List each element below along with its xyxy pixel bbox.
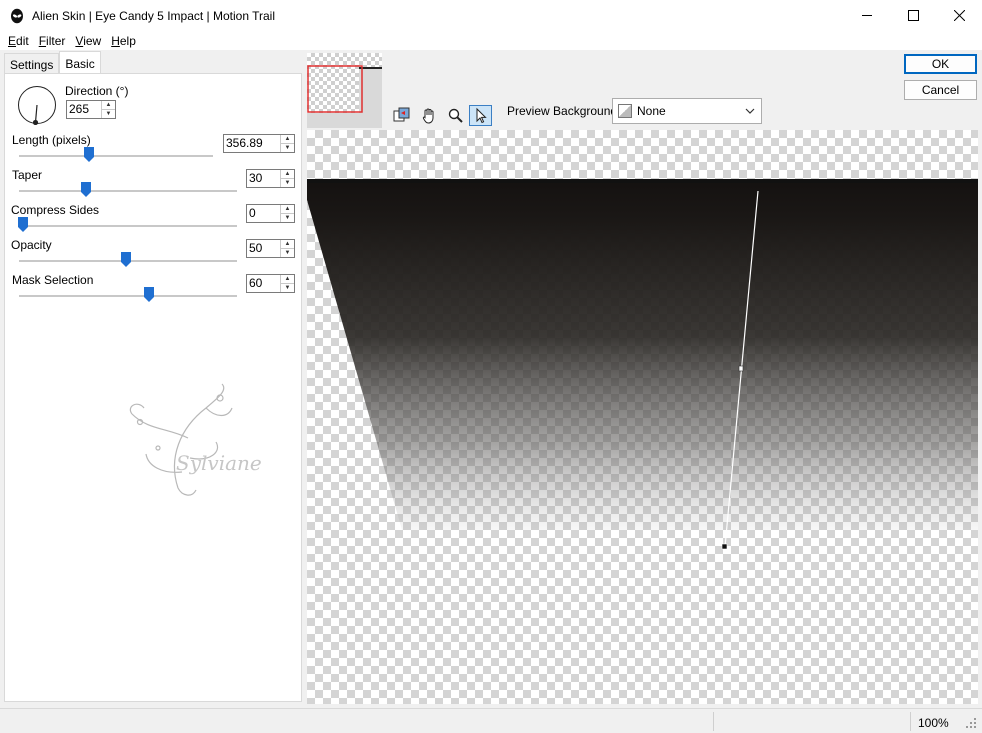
opacity-spinbox[interactable]: 50 ▲ ▼ xyxy=(246,239,295,258)
taper-spinbox[interactable]: 30 ▲ ▼ xyxy=(246,169,295,188)
spin-up-icon[interactable]: ▲ xyxy=(281,205,294,213)
mask-selection-slider-thumb[interactable] xyxy=(144,287,154,302)
preview-background-select[interactable]: None xyxy=(612,98,762,124)
direction-handle-midpoint xyxy=(738,365,744,372)
spin-down-icon[interactable]: ▼ xyxy=(281,213,294,222)
direction-dial[interactable] xyxy=(17,85,57,125)
navigator-thumbnail[interactable] xyxy=(307,53,382,128)
menu-view[interactable]: View xyxy=(70,34,106,48)
spin-up-icon[interactable]: ▲ xyxy=(281,240,294,248)
compress-sides-slider-thumb[interactable] xyxy=(18,217,28,232)
chevron-down-icon xyxy=(745,108,755,114)
compress-sides-slider-track[interactable] xyxy=(19,225,237,227)
arrow-pointer-icon xyxy=(476,107,487,124)
maximize-icon xyxy=(907,10,919,21)
preview-background-label: Preview Background: xyxy=(507,104,621,118)
hand-tool-button[interactable] xyxy=(418,105,441,126)
compress-sides-label: Compress Sides xyxy=(11,203,100,217)
spin-up-icon[interactable]: ▲ xyxy=(281,170,294,178)
spin-down-icon[interactable]: ▼ xyxy=(281,248,294,257)
spin-up-icon[interactable]: ▲ xyxy=(281,135,294,143)
ok-button[interactable]: OK xyxy=(904,54,977,74)
status-bar: 100% xyxy=(0,708,982,733)
length-slider-thumb[interactable] xyxy=(84,147,94,162)
length-slider-track[interactable] xyxy=(19,155,213,157)
spin-down-icon[interactable]: ▼ xyxy=(102,109,115,118)
taper-slider-thumb[interactable] xyxy=(81,182,91,197)
motion-trail-preview xyxy=(307,179,978,550)
mask-selection-value[interactable]: 60 xyxy=(247,275,280,292)
taper-slider-track[interactable] xyxy=(19,190,237,192)
watermark-text: Sylviane xyxy=(176,451,262,475)
opacity-value[interactable]: 50 xyxy=(247,240,280,257)
tab-settings[interactable]: Settings xyxy=(4,53,60,74)
sylviane-watermark: Sylviane xyxy=(129,383,262,496)
length-value[interactable]: 356.89 xyxy=(224,135,280,152)
taper-value[interactable]: 30 xyxy=(247,170,280,187)
minimize-icon xyxy=(861,15,872,16)
close-button[interactable] xyxy=(936,0,982,31)
close-icon xyxy=(953,10,965,21)
spin-up-icon[interactable]: ▲ xyxy=(281,275,294,283)
direction-value[interactable]: 265 xyxy=(67,101,101,118)
mask-selection-label: Mask Selection xyxy=(12,273,94,287)
opacity-label: Opacity xyxy=(11,238,52,252)
minimize-button[interactable] xyxy=(844,0,890,31)
spin-down-icon[interactable]: ▼ xyxy=(281,143,294,152)
maximize-button[interactable] xyxy=(890,0,936,31)
direction-handle-endpoint xyxy=(721,543,728,550)
spin-down-icon[interactable]: ▼ xyxy=(281,178,294,187)
navigator-view-frame xyxy=(307,65,363,113)
settings-tabs: Settings Basic xyxy=(4,51,101,74)
preview-background-value: None xyxy=(637,104,666,118)
resize-grip-icon[interactable] xyxy=(965,717,977,729)
length-label: Length (pixels) xyxy=(12,133,91,147)
menu-bar: Edit Filter View Help xyxy=(0,31,982,50)
preview-canvas[interactable] xyxy=(307,130,978,704)
window-title: Alien Skin | Eye Candy 5 Impact | Motion… xyxy=(32,8,276,23)
compress-sides-spinbox[interactable]: 0 ▲ ▼ xyxy=(246,204,295,223)
menu-filter[interactable]: Filter xyxy=(34,34,71,48)
mask-selection-slider-track[interactable] xyxy=(19,295,237,297)
title-bar: Alien Skin | Eye Candy 5 Impact | Motion… xyxy=(0,0,982,31)
spin-up-icon[interactable]: ▲ xyxy=(102,101,115,109)
zoom-icon xyxy=(448,108,463,123)
length-spinbox[interactable]: 356.89 ▲ ▼ xyxy=(223,134,295,153)
zoom-tool-button[interactable] xyxy=(444,105,467,126)
opacity-slider-thumb[interactable] xyxy=(121,252,131,267)
alien-skin-app-icon xyxy=(11,8,23,23)
compress-sides-value[interactable]: 0 xyxy=(247,205,280,222)
hand-icon xyxy=(422,108,434,124)
mask-selection-spinbox[interactable]: 60 ▲ ▼ xyxy=(246,274,295,293)
preview-toggle-button[interactable] xyxy=(390,105,413,126)
zoom-level: 100% xyxy=(918,716,949,730)
menu-edit[interactable]: Edit xyxy=(3,34,34,48)
direction-spinbox[interactable]: 265 ▲ ▼ xyxy=(66,100,116,119)
direction-label: Direction (°) xyxy=(65,84,129,98)
spin-down-icon[interactable]: ▼ xyxy=(281,283,294,292)
tab-basic[interactable]: Basic xyxy=(59,51,101,73)
cancel-button[interactable]: Cancel xyxy=(904,80,977,100)
menu-help[interactable]: Help xyxy=(106,34,141,48)
taper-label: Taper xyxy=(12,168,43,182)
preview-toggle-icon xyxy=(393,107,410,122)
background-swatch xyxy=(618,104,632,118)
selection-tool-button[interactable] xyxy=(469,105,492,126)
